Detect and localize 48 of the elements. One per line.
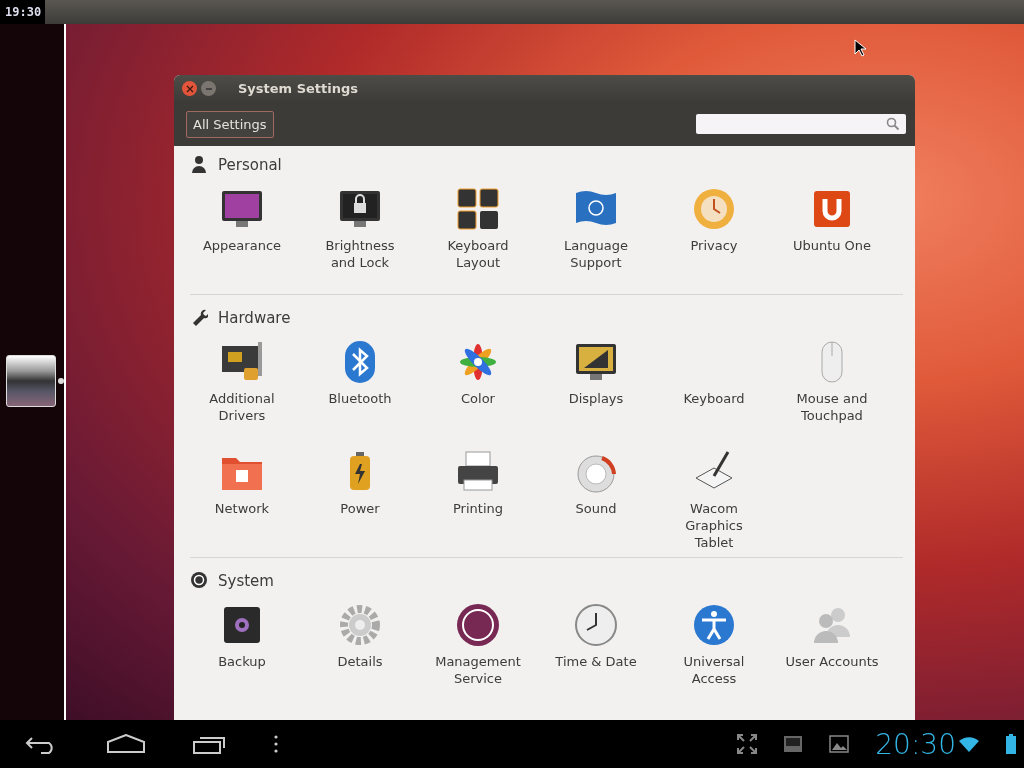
cursor-icon [854, 39, 866, 57]
settings-item-label[interactable]: Appearance [202, 237, 282, 254]
search-icon [886, 117, 900, 131]
settings-item-label[interactable]: Universal Access [683, 653, 745, 687]
settings-item-label[interactable]: Privacy [690, 237, 738, 254]
settings-item-label[interactable]: User Accounts [785, 653, 879, 670]
wifi-icon [958, 735, 980, 753]
settings-item-label[interactable]: Ubuntu One [792, 237, 872, 254]
settings-item-label[interactable]: Keyboard Layout [447, 237, 509, 271]
settings-item-label[interactable]: Printing [453, 500, 503, 517]
settings-item-label[interactable]: Time & Date [555, 653, 637, 670]
app-thumbnail[interactable] [6, 355, 57, 407]
settings-item-label[interactable]: Keyboard [683, 390, 745, 407]
settings-item-label[interactable]: Details [337, 653, 383, 670]
clock: 19:30 [0, 0, 46, 24]
section-title: System [218, 572, 274, 590]
menu-icon[interactable] [274, 735, 278, 753]
settings-item-label[interactable]: Network [214, 500, 270, 517]
settings-item-label[interactable]: Bluetooth [328, 390, 392, 407]
settings-item-label[interactable]: Mouse and Touchpad [796, 390, 868, 424]
window-title: System Settings [238, 81, 359, 96]
clock-icon[interactable] [572, 601, 620, 649]
home-icon[interactable] [106, 734, 146, 754]
settings-item-label[interactable]: Additional Drivers [209, 390, 275, 424]
close-button[interactable] [182, 81, 197, 96]
section-title: Personal [218, 156, 282, 174]
settings-item-label[interactable]: Brightness and Lock [325, 237, 395, 271]
search-field[interactable] [696, 114, 906, 134]
settings-item-label[interactable]: Color [461, 390, 495, 407]
ring-icon[interactable] [454, 601, 502, 649]
settings-item-label[interactable]: Sound [575, 500, 617, 517]
settings-item-label[interactable]: Displays [568, 390, 624, 407]
fullscreen-icon[interactable] [737, 734, 758, 754]
all-settings-button[interactable]: All Settings [186, 110, 274, 138]
settings-item-label[interactable]: Backup [218, 653, 266, 670]
settings-item-label[interactable]: Management Service [435, 653, 521, 687]
battery-icon [1006, 734, 1016, 754]
picture-icon[interactable] [829, 735, 850, 753]
person-icon [190, 155, 208, 175]
close-icon [185, 84, 194, 93]
circle-of-friends-icon [190, 571, 208, 591]
clock: 20:30 [875, 727, 956, 761]
recent-apps-icon[interactable] [192, 734, 228, 754]
indicator-dot [58, 378, 64, 384]
settings-item-label[interactable]: Wacom Graphics Tablet [685, 500, 743, 551]
settings-item-label[interactable]: Power [340, 500, 380, 517]
settings-item-label[interactable]: Language Support [563, 237, 629, 271]
section-title: Hardware [218, 309, 291, 327]
